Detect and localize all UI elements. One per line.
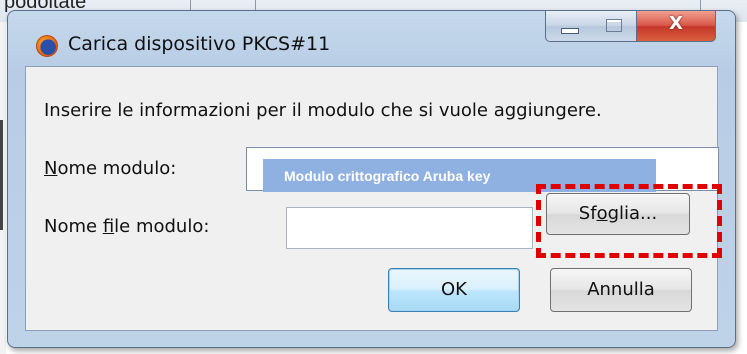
close-icon: X (669, 13, 683, 34)
annotation-highlight-box (536, 184, 722, 258)
module-name-label: Nome modulo: (44, 158, 176, 179)
minimize-button[interactable] (545, 10, 593, 42)
close-button[interactable]: X (637, 10, 716, 42)
ok-button[interactable]: OK (388, 268, 520, 312)
firefox-icon (36, 35, 58, 57)
module-file-input[interactable] (286, 207, 533, 249)
maximize-icon (606, 19, 622, 32)
cancel-label: Annulla (587, 279, 655, 300)
background-window-border (0, 120, 3, 230)
module-name-value: Modulo crittografico Aruba key (284, 168, 491, 184)
instruction-text: Inserire le informazioni per il modulo c… (44, 100, 602, 121)
label-accesskey: f (102, 216, 115, 237)
maximize-button[interactable] (592, 10, 637, 42)
label-accesskey: N (44, 158, 58, 179)
module-file-label: Nome file modulo: (44, 216, 209, 237)
label-part: ile modulo: (114, 216, 210, 237)
dialog-title: Carica dispositivo PKCS#11 (68, 33, 331, 55)
minimize-icon (561, 28, 579, 34)
label-part: Nome (44, 216, 103, 237)
cancel-button[interactable]: Annulla (550, 268, 692, 312)
title-bar[interactable]: Carica dispositivo PKCS#11 X (8, 10, 735, 63)
label-part: ome modulo: (57, 158, 177, 179)
ok-label: OK (441, 279, 467, 300)
